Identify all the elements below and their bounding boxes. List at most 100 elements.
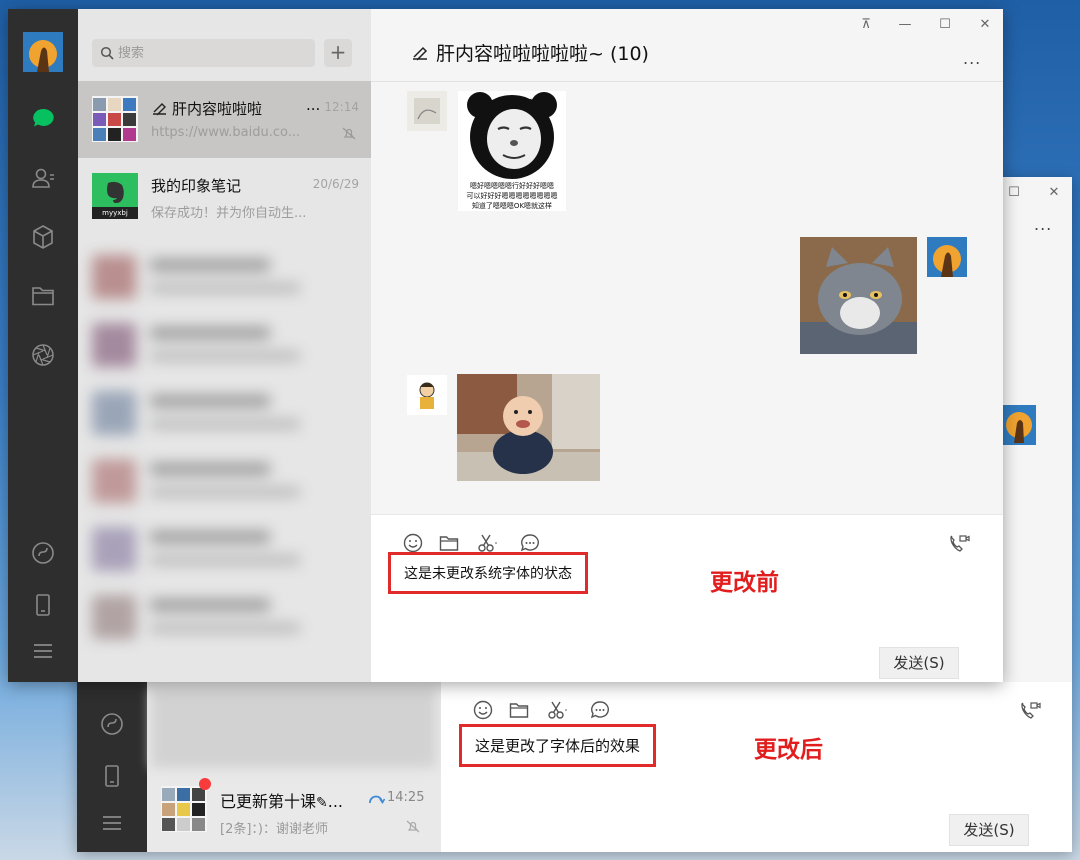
video-call-icon[interactable] xyxy=(948,532,970,554)
phone-icon[interactable] xyxy=(29,591,57,619)
before-change-annotation: 更改前 xyxy=(710,570,779,596)
add-chat-button[interactable]: + xyxy=(324,39,352,67)
moments-icon[interactable] xyxy=(29,341,57,369)
blurred-conversation xyxy=(78,309,371,381)
chat-header: 肝内容啦啦啦啦啦~ (10) ⊼ — ☐ ✕ ... xyxy=(371,9,1003,82)
list-item[interactable]: 已更新第十课✎... 14:25 [2条]：)：谢谢老师 xyxy=(147,774,441,852)
close-button[interactable]: ✕ xyxy=(976,17,994,33)
input-area: 这是未更改系统字体的状态 更改前 发送(S) xyxy=(371,514,1003,682)
menu-icon[interactable] xyxy=(98,809,126,837)
blurred-conversation xyxy=(78,581,371,653)
menu-icon[interactable] xyxy=(29,637,57,665)
avatar[interactable] xyxy=(927,237,967,277)
sidebar xyxy=(8,9,78,682)
folder-icon[interactable] xyxy=(508,699,530,721)
name-ellipsis: ... xyxy=(327,792,344,811)
sticker-caption-line: 可以好好好嗯嗯嗯嗯嗯嗯嗯嗯 xyxy=(466,192,558,200)
pin-button[interactable]: ⊼ xyxy=(857,17,875,33)
group-avatar xyxy=(161,786,207,832)
close-button[interactable]: ✕ xyxy=(1045,185,1063,201)
maximize-button[interactable]: ☐ xyxy=(1005,185,1023,201)
blurred-conversation xyxy=(78,513,371,585)
image-message[interactable] xyxy=(800,237,917,354)
unread-badge xyxy=(199,778,211,790)
conversation-preview: https://www.baidu.co... xyxy=(151,125,301,140)
sticker-caption-top: 敷衍 xyxy=(514,99,534,110)
conversation-name: 我的印象笔记 xyxy=(151,177,242,195)
message-input[interactable]: 这是未更改系统字体的状态 xyxy=(388,552,588,594)
avatar[interactable] xyxy=(407,375,447,415)
folder-icon[interactable] xyxy=(438,532,460,554)
user-avatar-icon xyxy=(23,32,63,72)
chat-icon[interactable] xyxy=(29,105,57,133)
send-button[interactable]: 发送(S) xyxy=(879,647,959,679)
image-message[interactable] xyxy=(457,374,600,481)
list-item[interactable]: myyxbj 我的印象笔记 20/6/29 保存成功！并为你自动生... xyxy=(78,158,371,235)
search-icon xyxy=(100,46,114,60)
chat-history-icon[interactable] xyxy=(589,699,611,721)
sticker-message[interactable]: 敷衍 嗯好嗯嗯嗯嗯行好好好嗯嗯 可以好好好嗯嗯嗯嗯嗯嗯嗯嗯 知道了嗯嗯嗯OK嗯就… xyxy=(458,91,566,211)
phone-icon[interactable] xyxy=(98,762,126,790)
conversation-preview: 保存成功！并为你自动生... xyxy=(151,206,307,221)
list-item[interactable]: 肝内容啦啦啦 ... 12:14 https://www.baidu.co... xyxy=(78,81,371,158)
sketch-avatar-icon xyxy=(407,91,447,131)
message-area: 敷衍 嗯好嗯嗯嗯嗯行好好好嗯嗯 可以好好好嗯嗯嗯嗯嗯嗯嗯嗯 知道了嗯嗯嗯OK嗯就… xyxy=(371,83,1003,514)
conversation-name: 已更新第十课✎... xyxy=(220,788,343,812)
minimize-button[interactable]: — xyxy=(896,17,914,33)
mute-icon xyxy=(341,125,357,141)
search-input[interactable] xyxy=(118,39,308,67)
send-button[interactable]: 发送(S) xyxy=(949,814,1029,846)
group-avatar-icon xyxy=(92,96,138,142)
cube-icon[interactable] xyxy=(29,223,57,251)
front-window: + 肝内容啦啦啦 ... 12:14 https://www.baidu.co.… xyxy=(8,9,1003,682)
avatar[interactable] xyxy=(1002,405,1036,445)
blurred-conversation xyxy=(78,241,371,313)
user-avatar-icon xyxy=(927,237,967,277)
scissors-icon[interactable] xyxy=(546,699,568,721)
mini-program-icon[interactable] xyxy=(29,539,57,567)
maximize-button[interactable]: ☐ xyxy=(936,17,954,33)
sticker-caption: 嗯好嗯嗯嗯嗯行好好好嗯嗯 可以好好好嗯嗯嗯嗯嗯嗯嗯嗯 知道了嗯嗯嗯OK嗯就这样 xyxy=(458,181,566,211)
avatar[interactable] xyxy=(407,91,447,131)
chat-history-icon[interactable] xyxy=(519,532,541,554)
cat-photo-icon xyxy=(800,237,917,354)
conversation-name: 肝内容啦啦啦 xyxy=(151,98,311,119)
edit-icon xyxy=(151,101,168,116)
evernote-avatar: myyxbj xyxy=(92,173,138,219)
avatar-label: myyxbj xyxy=(102,209,128,217)
back-sidebar xyxy=(77,682,147,852)
video-call-icon[interactable] xyxy=(1019,699,1041,721)
search-field[interactable] xyxy=(92,39,315,67)
conversation-name-text: 已更新第十课 xyxy=(220,792,317,811)
chat-list: + 肝内容啦啦啦 ... 12:14 https://www.baidu.co.… xyxy=(78,9,371,682)
conversation-time: 14:25 xyxy=(387,790,425,805)
conversation-time: 20/6/29 xyxy=(312,177,359,191)
emoji-icon[interactable] xyxy=(402,532,424,554)
sync-icon xyxy=(367,792,385,806)
blurred-conversation xyxy=(78,377,371,449)
after-change-annotation: 更改后 xyxy=(754,737,823,763)
more-options-button[interactable]: ... xyxy=(1034,215,1052,234)
chat-title: 肝内容啦啦啦啦啦~ (10) xyxy=(436,43,649,65)
group-avatar-icon xyxy=(161,786,207,832)
conversation-name-text: 肝内容啦啦啦 xyxy=(172,100,263,118)
baby-photo-icon xyxy=(457,374,600,481)
mini-program-icon[interactable] xyxy=(98,710,126,738)
sticker-caption-line: 知道了嗯嗯嗯OK嗯就这样 xyxy=(471,202,553,210)
cartoon-avatar-icon xyxy=(407,375,447,415)
message-input[interactable]: 这是更改了字体后的效果 xyxy=(459,724,657,767)
emoji-icon[interactable] xyxy=(472,699,494,721)
blurred-conversation xyxy=(151,688,436,768)
folder-icon[interactable] xyxy=(29,282,57,310)
conversation-time: 12:14 xyxy=(324,100,359,114)
scissors-icon[interactable] xyxy=(476,532,498,554)
back-chat-list: 已更新第十课✎... 14:25 [2条]：)：谢谢老师 xyxy=(147,682,441,852)
profile-avatar[interactable] xyxy=(23,32,63,72)
sticker-caption-line: 嗯好嗯嗯嗯嗯行好好好嗯嗯 xyxy=(470,182,554,190)
group-avatar xyxy=(92,96,138,142)
contacts-icon[interactable] xyxy=(29,164,57,192)
more-options-button[interactable]: ... xyxy=(963,49,981,68)
chat-panel: 肝内容啦啦啦啦啦~ (10) ⊼ — ☐ ✕ ... 敷衍 嗯好嗯嗯嗯嗯行好好好… xyxy=(371,9,1003,682)
user-avatar-icon xyxy=(1002,405,1036,445)
back-input-area: 这是更改了字体后的效果 更改后 发送(S) xyxy=(441,682,1072,852)
